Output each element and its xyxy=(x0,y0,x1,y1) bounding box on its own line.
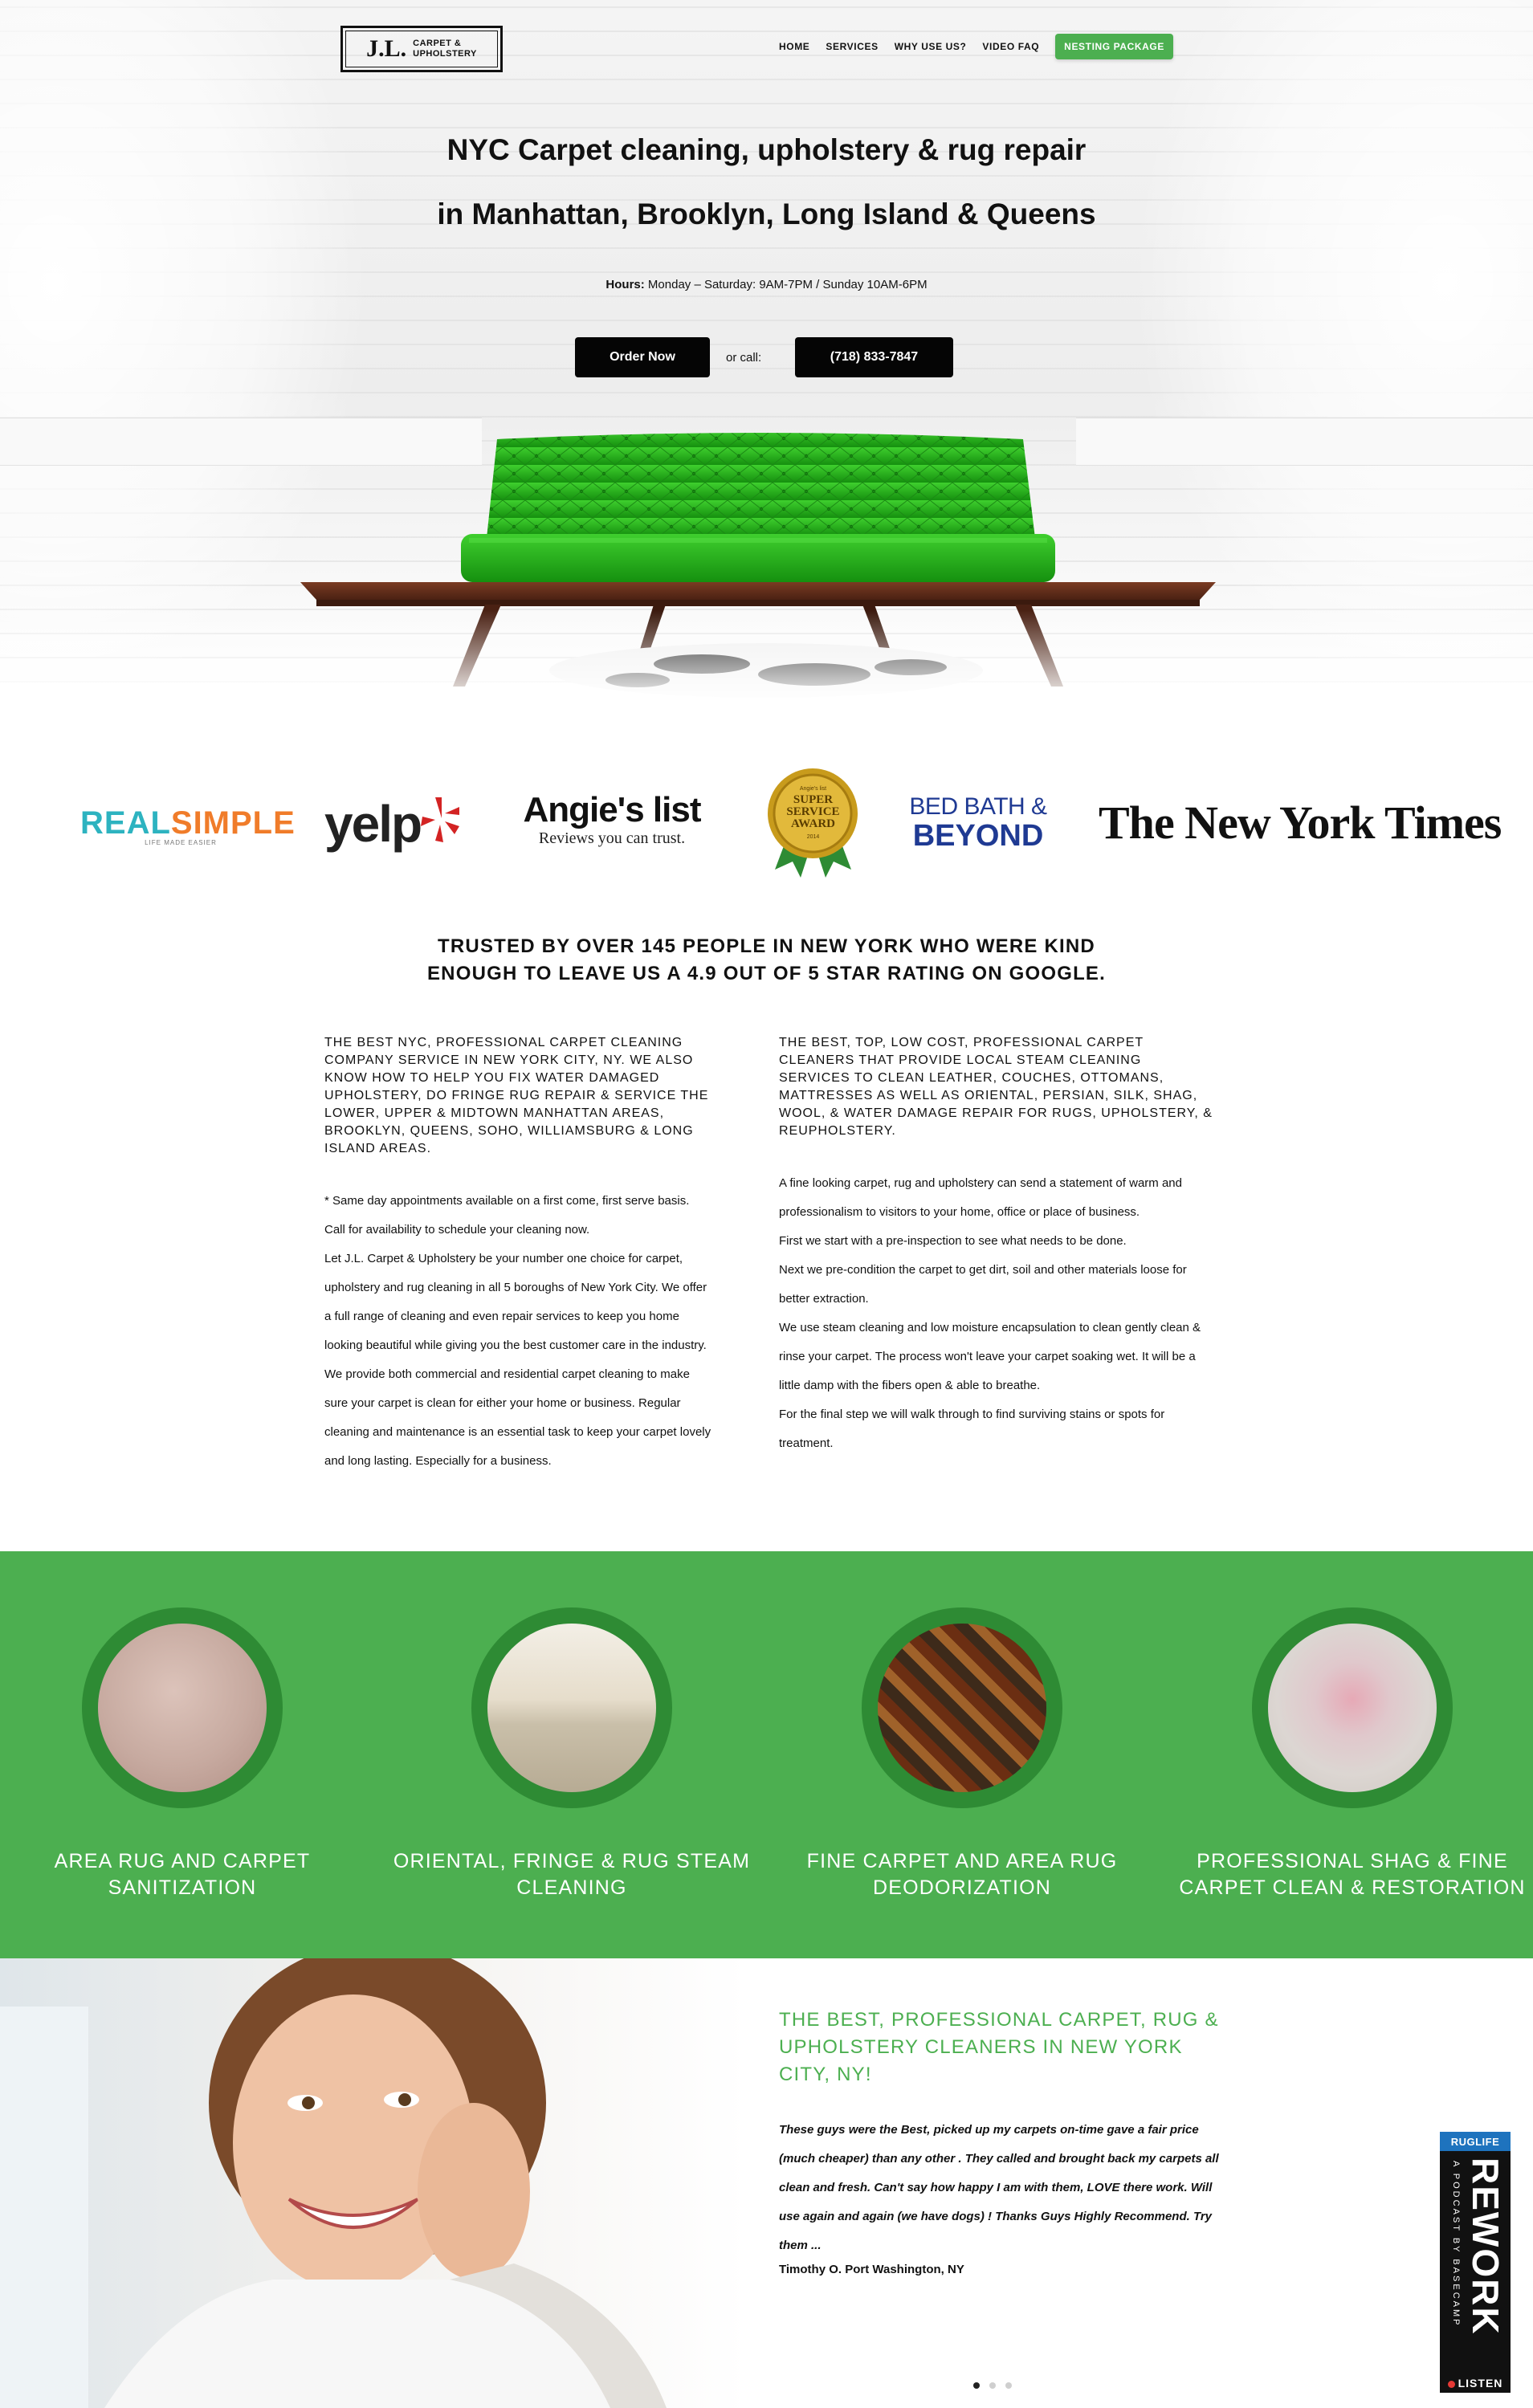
hero-title-line1: NYC Carpet cleaning, upholstery & rug re… xyxy=(446,133,1087,166)
left-column-heading: THE BEST NYC, PROFESSIONAL CARPET CLEANI… xyxy=(324,1036,709,1155)
bbb-line2: BEYOND xyxy=(912,819,1044,853)
shag-carpet-photo xyxy=(1268,1624,1437,1792)
testimonial-quote: These guys were the Best, picked up my c… xyxy=(779,2123,1219,2252)
nav-why-use-us[interactable]: WHY USE US? xyxy=(895,41,967,52)
service-card-sanitization[interactable]: AREA RUG AND CARPET SANITIZATION xyxy=(0,1607,375,1901)
right-column-heading: THE BEST, TOP, LOW COST, PROFESSIONAL CA… xyxy=(779,1036,1213,1138)
award-line2: SERVICE xyxy=(786,805,840,818)
logo-mark: J.L. xyxy=(366,35,407,62)
left-content-column: THE BEST NYC, PROFESSIONAL CARPET CLEANI… xyxy=(324,1034,711,1476)
patterned-rug-photo xyxy=(878,1624,1046,1792)
testimonial-section: THE BEST, PROFESSIONAL CARPET, RUG & UPH… xyxy=(0,1958,1533,2408)
podcast-subtitle: A PODCAST BY BASECAMP xyxy=(1451,2161,1461,2328)
hours-text: Monday – Saturday: 9AM-7PM / Sunday 10AM… xyxy=(644,278,928,291)
logo-line2: UPHOLSTERY xyxy=(413,49,477,59)
record-dot-icon xyxy=(1447,2380,1455,2388)
trusted-rating-heading: TRUSTED BY OVER 145 PEOPLE IN NEW YORK W… xyxy=(0,933,1533,988)
or-call-label: or call: xyxy=(726,351,762,365)
real-simple-word2: SIMPLE xyxy=(170,805,296,841)
phone-button[interactable]: (718) 833-7847 xyxy=(795,337,953,377)
service-image-ring xyxy=(862,1607,1062,1808)
service-image-ring xyxy=(471,1607,672,1808)
service-label: ORIENTAL, FRINGE & RUG STEAM CLEANING xyxy=(393,1850,751,1899)
logo-line1: CARPET & xyxy=(413,39,462,48)
site-logo[interactable]: J.L. CARPET & UPHOLSTERY xyxy=(340,26,503,72)
service-card-shag-restoration[interactable]: PROFESSIONAL SHAG & FINE CARPET CLEAN & R… xyxy=(1160,1607,1533,1901)
carousel-dot-3[interactable] xyxy=(1005,2382,1012,2389)
logo-wordmark: CARPET & UPHOLSTERY xyxy=(413,39,477,59)
real-simple-logo: REALSIMPLE LIFE MADE EASIER xyxy=(80,805,295,846)
super-service-award-badge: Angie's list SUPER SERVICE AWARD 2014 xyxy=(767,765,859,878)
nav-services[interactable]: SERVICES xyxy=(826,41,878,52)
rework-podcast-widget[interactable]: RUGLIFE A PODCAST BY BASECAMP REWORK LIS… xyxy=(1440,2132,1511,2393)
podcast-listen[interactable]: LISTEN xyxy=(1440,2377,1511,2390)
yelp-logo: yelp xyxy=(324,791,461,855)
real-simple-word1: REAL xyxy=(80,805,171,841)
order-now-button[interactable]: Order Now xyxy=(575,337,710,377)
nyt-logo: The New York Times xyxy=(1099,797,1502,849)
podcast-listen-label: LISTEN xyxy=(1458,2377,1503,2390)
hero-title-line2: in Manhattan, Brooklyn, Long Island & Qu… xyxy=(437,198,1096,230)
left-paragraph-3: Let J.L. Carpet & Upholstery be your num… xyxy=(324,1252,707,1352)
award-year: 2014 xyxy=(806,834,820,840)
bbb-line1: BED BATH & xyxy=(909,793,1047,820)
podcast-title: REWORK xyxy=(1465,2157,1506,2336)
nav-video-faq[interactable]: VIDEO FAQ xyxy=(982,41,1039,52)
yelp-wordmark: yelp xyxy=(324,795,422,853)
trusted-line2: ENOUGH TO LEAVE US A 4.9 OUT OF 5 STAR R… xyxy=(426,963,1107,984)
hours-label: Hours: xyxy=(605,278,645,291)
services-band: AREA RUG AND CARPET SANITIZATION ORIENTAL… xyxy=(0,1551,1533,1958)
trusted-line1: TRUSTED BY OVER 145 PEOPLE IN NEW YORK W… xyxy=(438,935,1095,957)
left-paragraph-1: * Same day appointments available on a f… xyxy=(324,1194,690,1208)
main-nav: HOME SERVICES WHY USE US? VIDEO FAQ NEST… xyxy=(779,34,1173,59)
award-line3: AWARD xyxy=(790,817,835,830)
podcast-title-wrap: REWORK xyxy=(1465,2157,1511,2362)
right-paragraph-4: We use steam cleaning and low moisture e… xyxy=(779,1321,1201,1392)
carousel-dot-2[interactable] xyxy=(989,2382,996,2389)
carousel-dots xyxy=(973,2382,1012,2389)
carousel-dot-1[interactable] xyxy=(973,2382,980,2389)
angies-wordmark: Angie's list xyxy=(523,790,702,829)
business-hours: Hours: Monday – Saturday: 9AM-7PM / Sund… xyxy=(0,278,1533,291)
nav-home[interactable]: HOME xyxy=(779,41,809,52)
service-image-ring xyxy=(82,1607,283,1808)
nav-nesting-package-button[interactable]: NESTING PACKAGE xyxy=(1055,34,1173,59)
right-content-column: THE BEST, TOP, LOW COST, PROFESSIONAL CA… xyxy=(779,1034,1213,1458)
angies-tagline: Reviews you can trust. xyxy=(538,829,686,847)
smiling-woman-photo xyxy=(0,1958,747,2408)
bed-bath-beyond-logo: BED BATH & BEYOND xyxy=(906,793,1050,853)
left-paragraph-4: We provide both commercial and residenti… xyxy=(324,1367,711,1468)
right-paragraph-5: For the final step we will walk through … xyxy=(779,1408,1165,1450)
left-paragraph-2: Call for availability to schedule your c… xyxy=(324,1223,590,1237)
service-card-deodorization[interactable]: FINE CARPET AND AREA RUG DEODORIZATION xyxy=(769,1607,1155,1901)
right-paragraph-3: Next we pre-condition the carpet to get … xyxy=(779,1263,1187,1306)
podcast-subtitle-wrap: A PODCAST BY BASECAMP xyxy=(1445,2161,1464,2361)
right-paragraph-2: First we start with a pre-inspection to … xyxy=(779,1234,1127,1248)
testimonial-heading: THE BEST, PROFESSIONAL CARPET, RUG & UPH… xyxy=(779,2009,1219,2085)
angies-list-logo: Angie's list Reviews you can trust. xyxy=(508,791,716,848)
award-top-text: Angie's list xyxy=(799,786,827,792)
press-logos: REALSIMPLE LIFE MADE EASIER yelp Angie's… xyxy=(0,759,1533,879)
yelp-burst-icon xyxy=(421,797,459,842)
service-image-ring xyxy=(1252,1607,1453,1808)
award-line1: SUPER xyxy=(793,793,834,806)
carpet-texture-photo xyxy=(98,1624,267,1792)
hero-section: J.L. CARPET & UPHOLSTERY HOME SERVICES W… xyxy=(0,0,1533,707)
service-label: FINE CARPET AND AREA RUG DEODORIZATION xyxy=(806,1850,1118,1899)
podcast-badge: RUGLIFE xyxy=(1440,2132,1511,2151)
living-room-carpet-photo xyxy=(487,1624,656,1792)
service-card-oriental-steam[interactable]: ORIENTAL, FRINGE & RUG STEAM CLEANING xyxy=(379,1607,764,1901)
right-paragraph-1: A fine looking carpet, rug and upholster… xyxy=(779,1176,1182,1219)
testimonial-author: Timothy O. Port Washington, NY xyxy=(779,2263,964,2276)
hero-fade xyxy=(0,610,1533,707)
service-label: PROFESSIONAL SHAG & FINE CARPET CLEAN & R… xyxy=(1179,1850,1526,1899)
service-label: AREA RUG AND CARPET SANITIZATION xyxy=(54,1850,311,1899)
